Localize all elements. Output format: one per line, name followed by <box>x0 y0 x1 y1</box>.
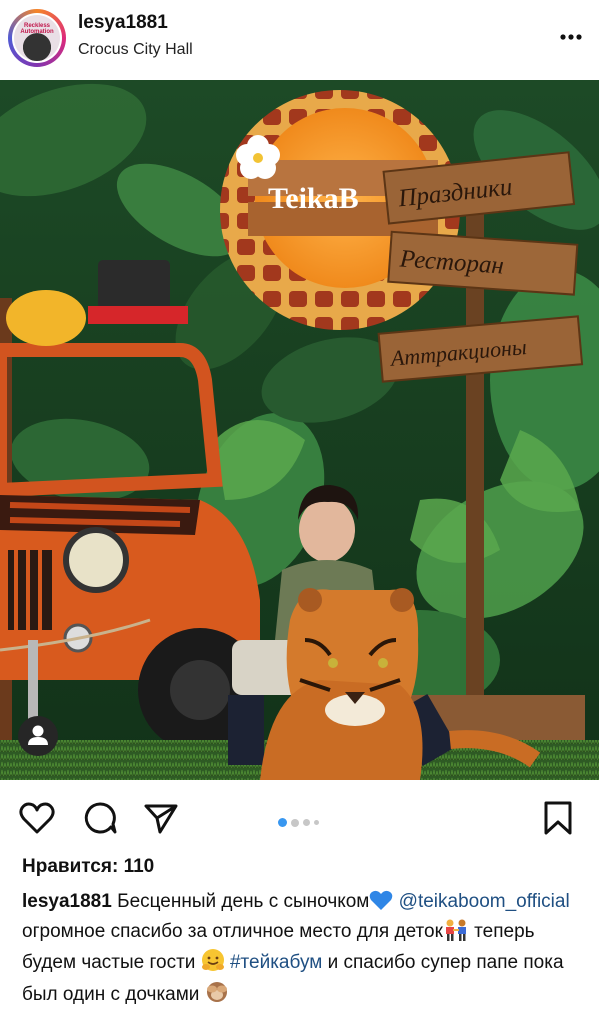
likes-count[interactable]: Нравится: 110 <box>22 856 154 878</box>
comment-icon[interactable] <box>82 800 118 836</box>
heart-icon[interactable] <box>18 800 56 836</box>
post-username[interactable]: lesya1881 <box>78 12 168 34</box>
post-actions <box>0 790 599 846</box>
people-holding-hands-icon <box>443 919 469 949</box>
carousel-dot <box>291 818 299 827</box>
hugging-face-icon <box>201 948 225 980</box>
carousel-dot <box>303 819 310 827</box>
caption-username[interactable]: lesya1881 <box>22 891 112 912</box>
post-location[interactable]: Crocus City Hall <box>78 41 193 59</box>
send-icon[interactable] <box>142 800 180 836</box>
carousel-dot <box>314 820 319 826</box>
caption-mention[interactable]: @teikaboom_official <box>399 891 570 912</box>
bookmark-icon[interactable] <box>542 800 574 836</box>
avatar[interactable]: Reckless Automation <box>8 9 66 67</box>
post-header: Reckless Automation lesya1881 Crocus Cit… <box>0 0 599 78</box>
avatar-logo-text: Reckless Automation <box>20 23 54 35</box>
see-no-evil-monkey-icon <box>205 980 229 1012</box>
blue-heart-icon <box>369 889 393 919</box>
post-photo[interactable]: TeikaB Праздники Ресторан Аттракционы <box>0 80 599 780</box>
post-caption: lesya1881 Бесценный день с сыночком @tei… <box>22 889 582 1011</box>
carousel-indicator <box>278 814 323 828</box>
caption-hashtag[interactable]: #тейкабум <box>230 952 322 973</box>
caption-text: Бесценный день с сыночком <box>111 891 370 912</box>
more-dots-icon[interactable] <box>557 25 585 49</box>
logo-text: TeikaB <box>268 182 359 215</box>
user-tag-icon[interactable] <box>18 716 58 756</box>
caption-text: огромное спасибо за отличное место для д… <box>22 920 443 942</box>
carousel-dot <box>278 818 287 828</box>
